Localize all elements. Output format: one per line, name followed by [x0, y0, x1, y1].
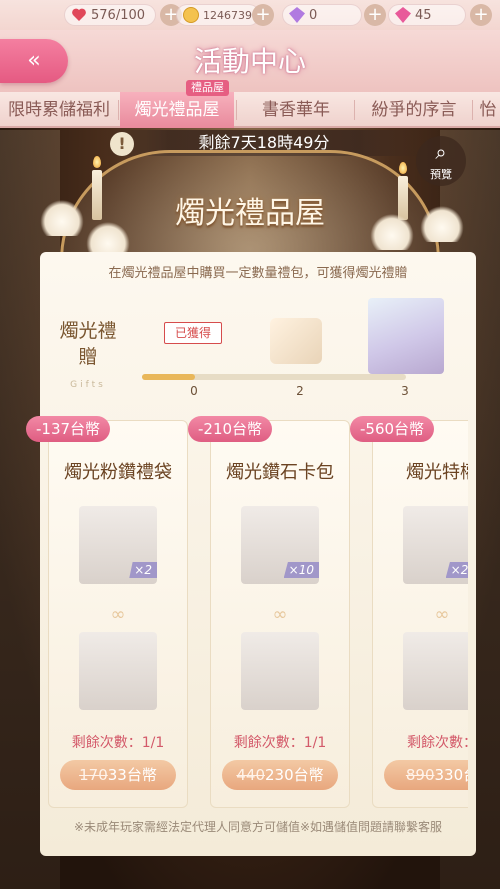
purple-diamond-value: 0: [309, 7, 318, 23]
gold-value: 12467398: [203, 8, 259, 22]
pack-name: 燭光特權: [406, 462, 468, 483]
pack-item-candle[interactable]: ×2: [79, 506, 157, 584]
sale-price: 330台: [434, 766, 469, 784]
original-price: 890: [405, 766, 435, 784]
flame-decoration: [399, 162, 407, 174]
remaining-count: 剩餘次數：: [407, 735, 468, 751]
tab-divider: [472, 100, 473, 120]
footer-note: ※未成年玩家需經法定代理人同意方可儲值※如遇儲值問題請聯繫客服: [73, 820, 443, 834]
discount-badge: -210台幣: [188, 416, 273, 442]
tab-divider: [354, 100, 355, 120]
pack-item-privilege-card[interactable]: [403, 632, 468, 710]
tab-prelude-of-dispute[interactable]: 紛爭的序言: [356, 92, 472, 128]
sale-price: 33台幣: [107, 766, 157, 784]
gold-counter: 12467398: [176, 4, 260, 26]
remaining-count: 剩餘次數：1/1: [233, 735, 327, 751]
tab-candlelight-gift-house[interactable]: 燭光禮品屋: [120, 92, 234, 128]
pack-item-gem-box[interactable]: [79, 632, 157, 710]
item-quantity: ×2: [129, 562, 157, 578]
purple-diamond-icon: [289, 7, 305, 23]
buy-button[interactable]: 17033台幣: [60, 760, 176, 790]
original-price: 170: [79, 766, 108, 784]
banner-title: 燭光禮品屋: [175, 196, 325, 231]
purple-diamond-counter: 0: [282, 4, 362, 26]
preview-label: 預覽: [430, 168, 452, 181]
info-icon[interactable]: !: [110, 132, 134, 156]
heart-icon: [71, 7, 87, 23]
tab-divider: [118, 100, 119, 120]
stamina-counter: 576/100: [64, 4, 156, 26]
tab-divider: [236, 100, 237, 120]
stamina-value: 576/100: [91, 7, 146, 23]
item-quantity: ×10: [283, 562, 319, 578]
pack-item-diamond-card[interactable]: [241, 632, 319, 710]
pink-diamond-value: 45: [415, 7, 432, 23]
link-icon: ∞: [434, 604, 450, 625]
add-gold-button[interactable]: +: [252, 4, 274, 26]
page-title: 活動中心: [193, 45, 306, 78]
flame-decoration: [93, 156, 101, 168]
discount-badge: -560台幣: [350, 416, 435, 442]
add-pink-diamond-button[interactable]: +: [470, 4, 492, 26]
pink-diamond-icon: [395, 7, 411, 23]
add-purple-diamond-button[interactable]: +: [364, 4, 386, 26]
preview-button[interactable]: ⌕ 預覽: [416, 136, 466, 186]
sale-price: 230台幣: [265, 766, 324, 784]
pack-item-candle[interactable]: ×10: [241, 506, 319, 584]
coin-icon: [183, 7, 199, 23]
tab-limited-recharge[interactable]: 限時累儲福利: [0, 92, 118, 128]
pack-list[interactable]: 燭光粉鑽禮袋 ×2 ∞ 剩餘次數：1/1 17033台幣 燭光鑽石卡包 ×10 …: [40, 252, 468, 856]
resource-bar: 576/100 + 12467398 + 0 + 45 +: [0, 0, 500, 30]
pack-name: 燭光鑽石卡包: [226, 462, 334, 483]
pack-name: 燭光粉鑽禮袋: [64, 462, 172, 483]
buy-button[interactable]: 890330台: [384, 760, 468, 790]
tab-scholarly-years[interactable]: 書香華年: [238, 92, 354, 128]
remaining-count: 剩餘次數：1/1: [71, 735, 165, 751]
event-tabs: 限時累儲福利 燭光禮品屋 書香華年 紛爭的序言 怡: [0, 92, 500, 128]
tab-partial[interactable]: 怡: [476, 92, 500, 128]
header: « 活動中心: [0, 30, 500, 92]
pink-diamond-counter: 45: [388, 4, 466, 26]
buy-button[interactable]: 440230台幣: [222, 760, 338, 790]
link-icon: ∞: [110, 604, 126, 625]
original-price: 440: [236, 766, 265, 784]
search-icon: ⌕: [435, 140, 447, 164]
tab-badge: 禮品屋: [186, 80, 229, 96]
discount-badge: -137台幣: [26, 416, 111, 442]
link-icon: ∞: [272, 604, 288, 625]
pack-item-candle[interactable]: ×20: [403, 506, 468, 584]
item-quantity: ×20: [445, 562, 468, 578]
